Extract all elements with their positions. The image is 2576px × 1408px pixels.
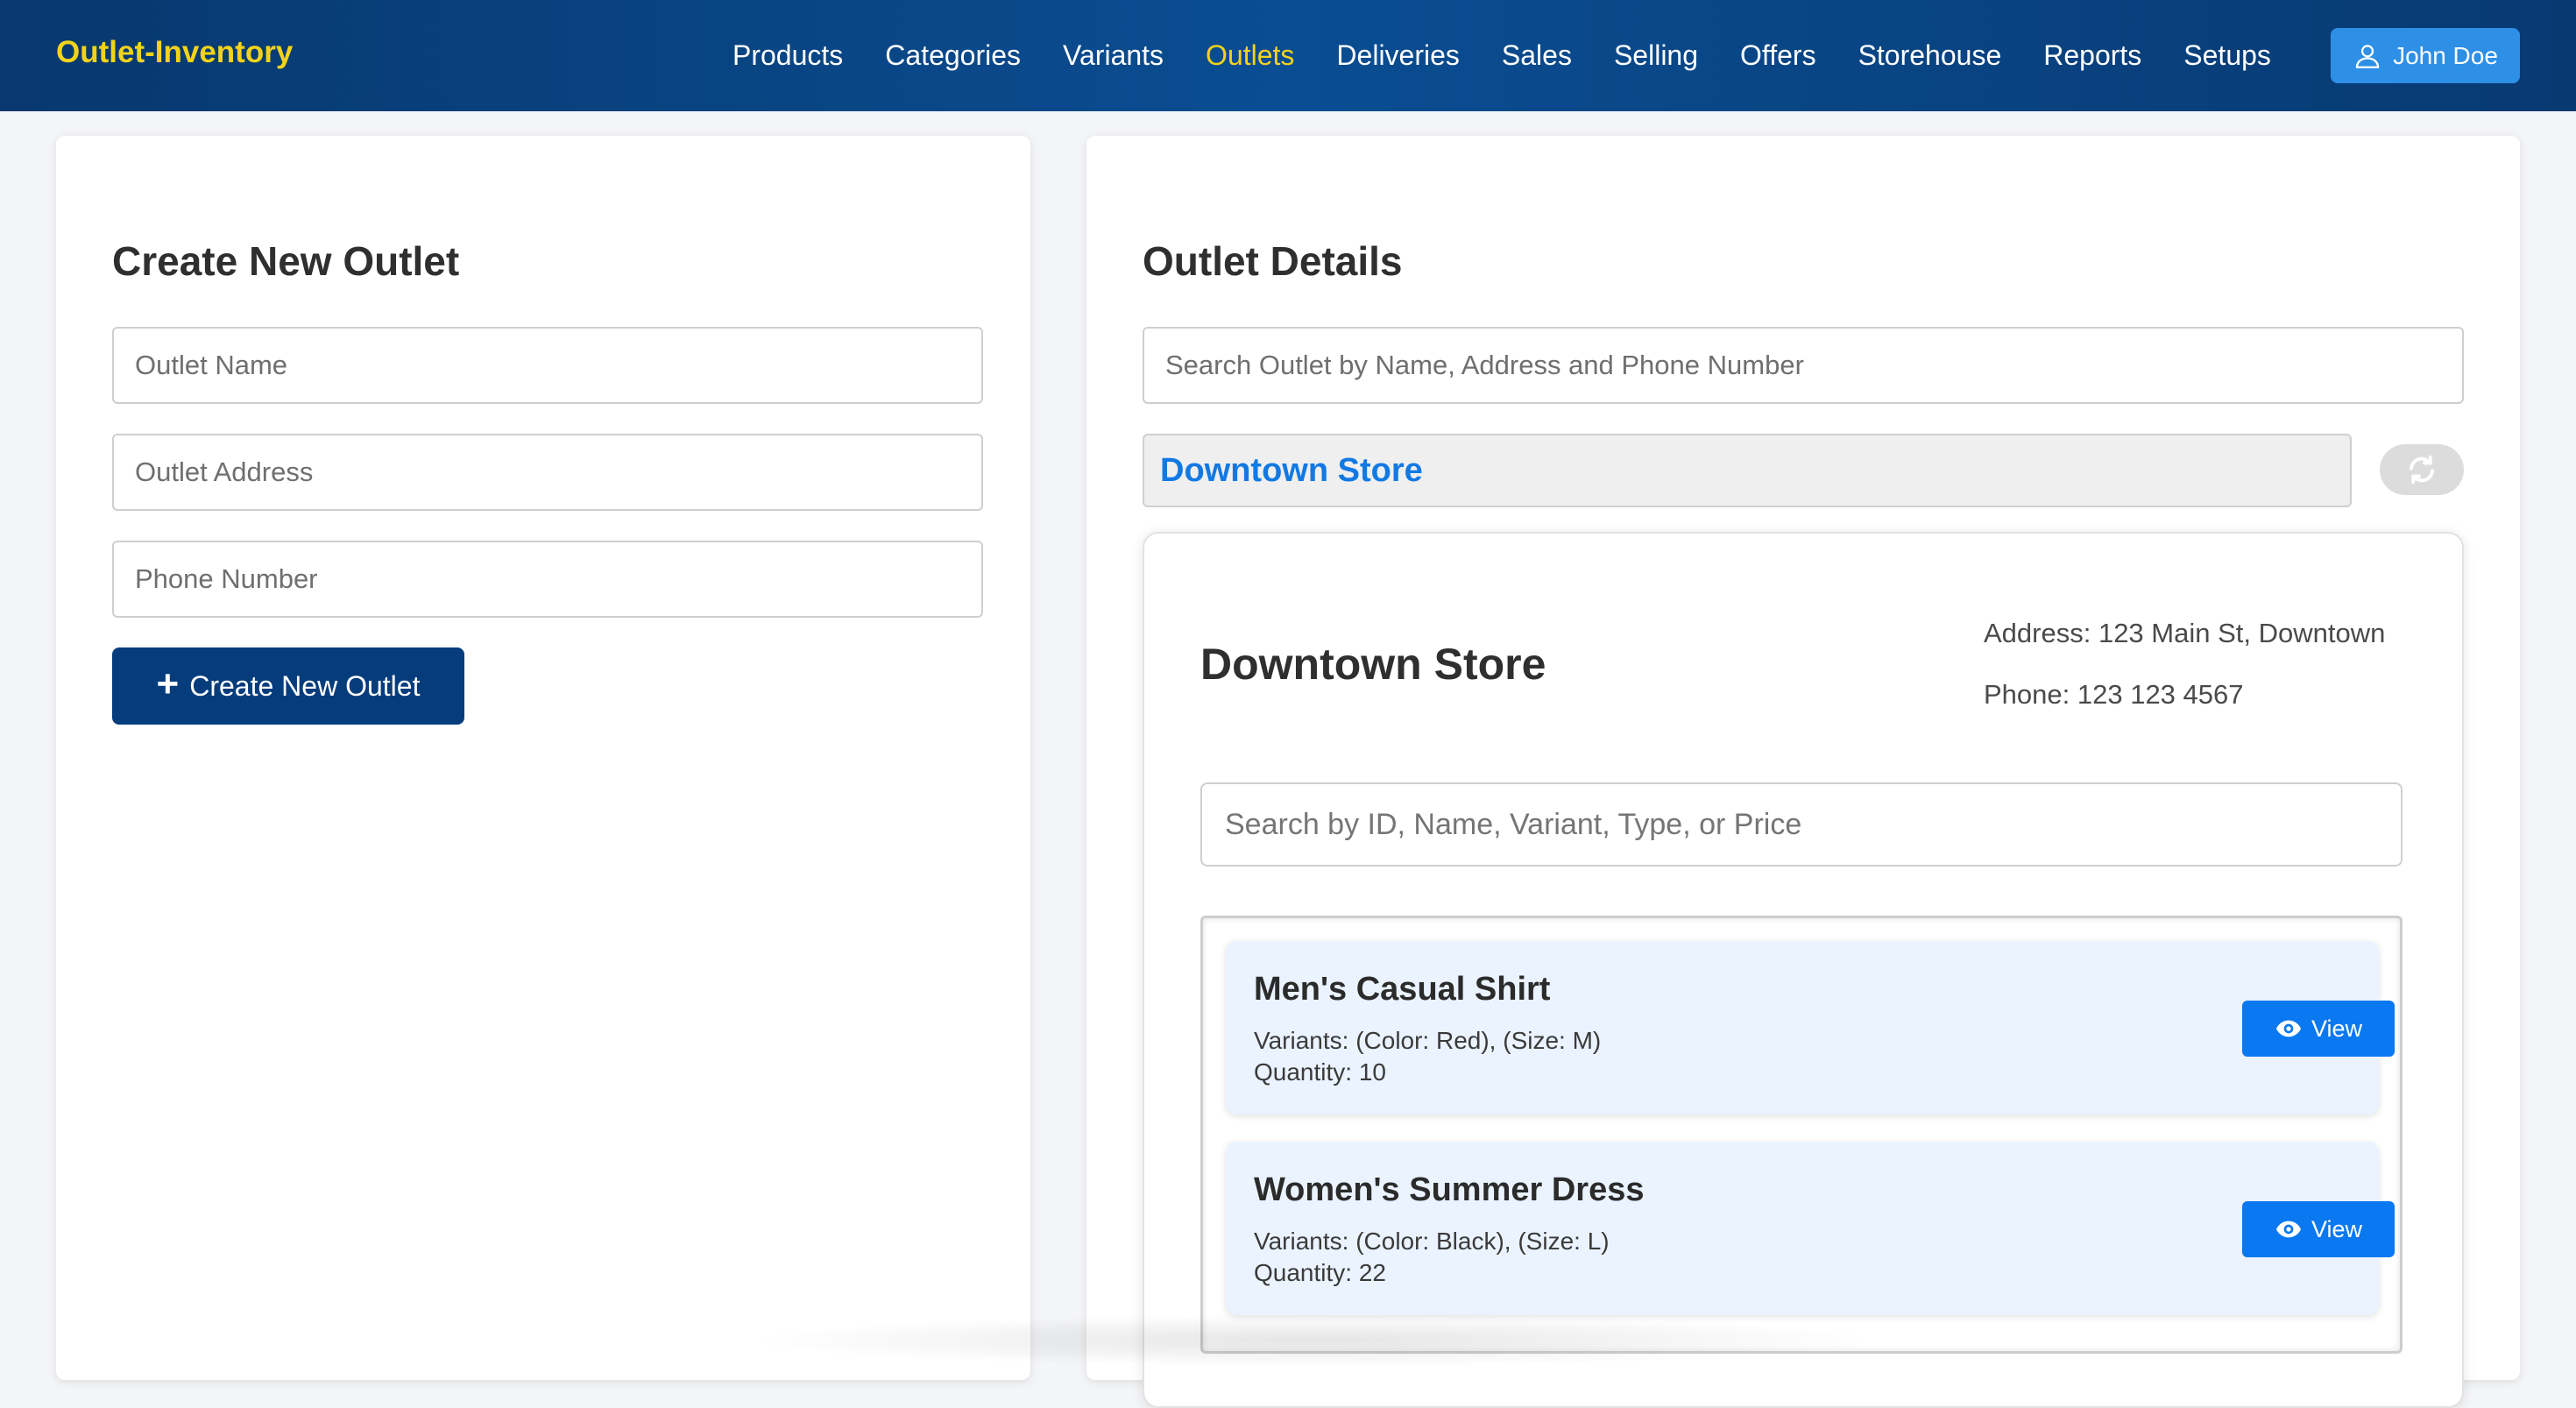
product-list[interactable]: Men's Casual Shirt Variants: (Color: Red…: [1200, 916, 2403, 1354]
refresh-icon: [2406, 454, 2438, 485]
nav-link-sales[interactable]: Sales: [1502, 39, 1572, 72]
product-name: Women's Summer Dress: [1254, 1171, 1645, 1209]
create-outlet-button-label: Create New Outlet: [189, 670, 420, 703]
outlet-detail-panel: Downtown Store Address: 123 Main St, Dow…: [1143, 532, 2464, 1408]
brand-logo[interactable]: Outlet-Inventory: [56, 35, 293, 70]
top-navbar: Outlet-Inventory Products Categories Var…: [0, 0, 2576, 111]
product-quantity: Quantity: 22: [1254, 1259, 1386, 1287]
outlet-address-field[interactable]: [112, 434, 983, 511]
nav-link-setups[interactable]: Setups: [2183, 39, 2271, 72]
outlet-name-heading: Downtown Store: [1200, 639, 1546, 690]
create-outlet-card: Create New Outlet + Create New Outlet: [56, 136, 1030, 1380]
view-product-button[interactable]: View: [2242, 1201, 2395, 1257]
plus-icon: +: [157, 665, 180, 704]
product-card: Men's Casual Shirt Variants: (Color: Red…: [1226, 941, 2379, 1114]
nav-link-storehouse[interactable]: Storehouse: [1858, 39, 2002, 72]
outlet-details-title: Outlet Details: [1143, 237, 1403, 285]
nav-link-selling[interactable]: Selling: [1614, 39, 1698, 72]
create-outlet-button[interactable]: + Create New Outlet: [112, 647, 464, 725]
user-name: John Doe: [2393, 42, 2498, 70]
view-product-button[interactable]: View: [2242, 1001, 2395, 1057]
product-variants: Variants: (Color: Black), (Size: L): [1254, 1228, 1610, 1256]
user-menu-button[interactable]: John Doe: [2331, 28, 2520, 83]
nav-link-offers[interactable]: Offers: [1740, 39, 1816, 72]
phone-number-field[interactable]: [112, 541, 983, 618]
nav-link-categories[interactable]: Categories: [885, 39, 1021, 72]
view-button-label: View: [2311, 1015, 2362, 1043]
user-icon: [2353, 41, 2382, 71]
eye-icon: [2275, 1215, 2303, 1243]
create-outlet-title: Create New Outlet: [112, 237, 459, 285]
product-variants: Variants: (Color: Red), (Size: M): [1254, 1027, 1601, 1055]
product-card: Women's Summer Dress Variants: (Color: B…: [1226, 1142, 2379, 1315]
selected-outlet-display[interactable]: Downtown Store: [1143, 434, 2352, 507]
nav-links: Products Categories Variants Outlets Del…: [732, 0, 2313, 111]
product-quantity: Quantity: 10: [1254, 1058, 1386, 1086]
outlet-address: Address: 123 Main St, Downtown: [1984, 618, 2385, 649]
nav-link-variants[interactable]: Variants: [1063, 39, 1164, 72]
outlet-details-card: Outlet Details Downtown Store Downtown S…: [1086, 136, 2520, 1380]
nav-link-outlets[interactable]: Outlets: [1206, 39, 1294, 72]
nav-link-deliveries[interactable]: Deliveries: [1336, 39, 1459, 72]
nav-link-products[interactable]: Products: [732, 39, 843, 72]
eye-icon: [2275, 1015, 2303, 1043]
scroll-shadow: [745, 1314, 1884, 1367]
product-name: Men's Casual Shirt: [1254, 971, 1550, 1008]
nav-link-reports[interactable]: Reports: [2043, 39, 2141, 72]
view-button-label: View: [2311, 1216, 2362, 1243]
outlet-search-input[interactable]: [1143, 327, 2464, 404]
refresh-button[interactable]: [2380, 444, 2464, 495]
outlet-phone: Phone: 123 123 4567: [1984, 679, 2244, 711]
product-search-input[interactable]: [1200, 782, 2403, 867]
outlet-name-field[interactable]: [112, 327, 983, 404]
